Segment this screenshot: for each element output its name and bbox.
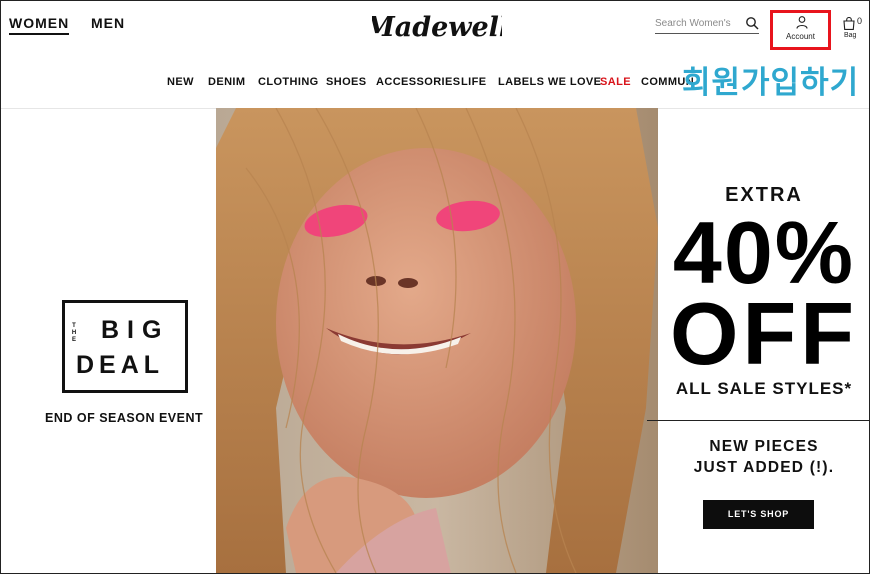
lets-shop-button[interactable]: LET'S SHOP bbox=[703, 500, 814, 529]
signup-annotation: 회원가입하기 bbox=[682, 65, 860, 101]
shopping-bag-icon bbox=[843, 17, 855, 30]
nav-item-labels-we-love[interactable]: LABELS WE LOVE bbox=[498, 76, 601, 90]
nav-item-life[interactable]: LIFE bbox=[461, 76, 486, 90]
promo-off: OFF bbox=[670, 284, 858, 383]
user-icon bbox=[796, 16, 808, 29]
tab-men[interactable]: MEN bbox=[91, 15, 125, 31]
nav-item-clothing[interactable]: CLOTHING bbox=[258, 76, 319, 90]
search-icon[interactable] bbox=[745, 16, 759, 30]
account-label: Account bbox=[786, 32, 815, 41]
bag-button[interactable]: 0 Bag bbox=[841, 15, 867, 43]
event-subtitle: END OF SEASON EVENT bbox=[45, 411, 204, 425]
bag-count: 0 bbox=[857, 16, 863, 26]
promo-divider bbox=[647, 420, 870, 421]
promo-new-pieces: NEW PIECES bbox=[709, 438, 819, 455]
big-deal-line2: DEAL bbox=[76, 351, 165, 379]
nav-item-sale[interactable]: SALE bbox=[600, 76, 631, 90]
big-deal-the: THE bbox=[71, 323, 77, 343]
big-deal-line1: BIG bbox=[101, 316, 170, 344]
bag-label: Bag bbox=[844, 32, 857, 39]
search-input[interactable] bbox=[655, 15, 739, 31]
big-deal-badge: THE BIG DEAL bbox=[62, 300, 188, 393]
search-box[interactable] bbox=[655, 14, 759, 34]
tab-women[interactable]: WOMEN bbox=[9, 15, 70, 35]
nav-item-accessories[interactable]: ACCESSORIES bbox=[376, 76, 460, 90]
promo-all-sale: ALL SALE STYLES* bbox=[675, 379, 853, 398]
promo-just-added: JUST ADDED (!). bbox=[693, 459, 835, 476]
madewell-logo[interactable]: Madewell bbox=[372, 6, 502, 48]
nav-item-shoes[interactable]: SHOES bbox=[326, 76, 367, 90]
svg-text:Madewell: Madewell bbox=[372, 12, 502, 43]
nav-item-new[interactable]: NEW bbox=[167, 76, 194, 90]
nav-item-denim[interactable]: DENIM bbox=[208, 76, 245, 90]
hero-model-photo[interactable] bbox=[216, 108, 658, 573]
account-button[interactable]: Account bbox=[770, 10, 831, 50]
